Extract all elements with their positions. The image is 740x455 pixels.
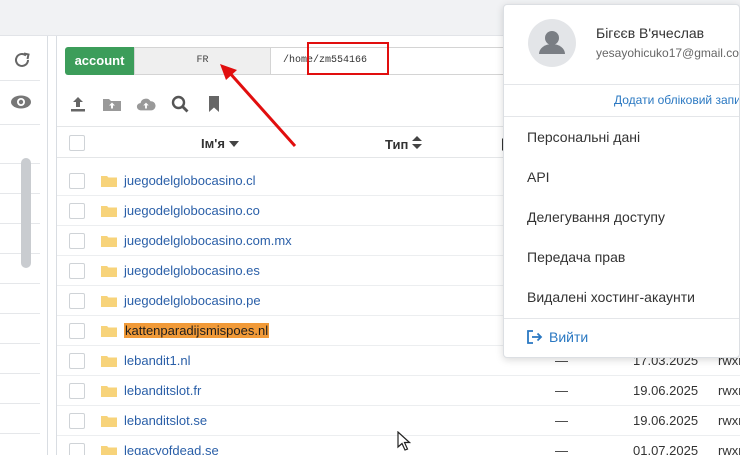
divider bbox=[0, 373, 40, 374]
folder-icon bbox=[101, 266, 117, 277]
row-checkbox[interactable] bbox=[69, 233, 85, 249]
fr-field[interactable]: FR bbox=[134, 47, 271, 75]
scrollbar-thumb[interactable] bbox=[21, 158, 31, 268]
file-name[interactable]: lebanditslot.fr bbox=[124, 383, 201, 398]
annotation-highlight-box bbox=[307, 42, 389, 75]
file-name[interactable]: juegodelglobocasino.com.mx bbox=[124, 233, 292, 248]
row-checkbox[interactable] bbox=[69, 203, 85, 219]
file-name[interactable]: lebanditslot.se bbox=[124, 413, 207, 428]
left-panel bbox=[0, 36, 48, 455]
path-bar: account FR /home/zm554166 bbox=[65, 47, 511, 75]
folder-icon bbox=[101, 206, 117, 217]
folder-icon bbox=[101, 326, 117, 337]
folder-icon bbox=[101, 296, 117, 307]
file-type: — bbox=[555, 443, 568, 455]
file-date: 19.06.2025 bbox=[633, 383, 699, 398]
divider bbox=[504, 116, 739, 117]
row-checkbox[interactable] bbox=[69, 443, 85, 455]
account-button[interactable]: account bbox=[65, 47, 134, 75]
mouse-cursor-icon bbox=[397, 431, 411, 451]
row-checkbox[interactable] bbox=[69, 323, 85, 339]
user-name: Бігєєв В'ячеслав bbox=[596, 25, 705, 41]
file-name[interactable]: juegodelglobocasino.pe bbox=[124, 293, 261, 308]
add-account-link[interactable]: Додати обліковий запис bbox=[614, 93, 739, 107]
file-type: — bbox=[555, 413, 568, 428]
file-permissions: rwxr bbox=[718, 413, 740, 428]
table-row[interactable]: lebanditslot.fr — 19.06.2025 rwxr bbox=[57, 376, 740, 406]
file-permissions: rwxr bbox=[718, 443, 740, 455]
column-header-type[interactable]: Тип bbox=[385, 136, 422, 152]
eye-icon[interactable] bbox=[10, 94, 32, 110]
menu-item-api[interactable]: API bbox=[527, 169, 550, 185]
refresh-icon[interactable] bbox=[12, 50, 32, 70]
bookmark-icon[interactable] bbox=[204, 94, 224, 114]
divider bbox=[0, 80, 40, 81]
file-type: — bbox=[555, 383, 568, 398]
folder-icon bbox=[101, 416, 117, 427]
file-name-highlighted[interactable]: kattenparadijsmispoes.nl bbox=[124, 323, 270, 338]
logout-label: Вийти bbox=[549, 329, 589, 345]
row-checkbox[interactable] bbox=[69, 293, 85, 309]
divider bbox=[0, 193, 40, 194]
sort-desc-icon bbox=[228, 141, 239, 147]
folder-icon bbox=[101, 446, 117, 455]
divider bbox=[0, 253, 40, 254]
menu-item-personal-data[interactable]: Персональні дані bbox=[527, 129, 640, 145]
divider bbox=[0, 163, 40, 164]
logout-icon bbox=[527, 330, 543, 344]
menu-item-transfer-rights[interactable]: Передача прав bbox=[527, 249, 625, 265]
divider bbox=[0, 313, 40, 314]
file-toolbar bbox=[68, 94, 224, 114]
cloud-upload-icon[interactable] bbox=[136, 94, 156, 114]
folder-icon bbox=[101, 236, 117, 247]
menu-item-deleted-hosting-accounts[interactable]: Видалені хостинг-акаунти bbox=[527, 289, 695, 305]
menu-item-access-delegation[interactable]: Делегування доступу bbox=[527, 209, 665, 225]
divider bbox=[0, 403, 40, 404]
file-name[interactable]: juegodelglobocasino.co bbox=[124, 203, 260, 218]
folder-icon bbox=[101, 176, 117, 187]
file-name[interactable]: juegodelglobocasino.cl bbox=[124, 173, 256, 188]
search-icon[interactable] bbox=[170, 94, 190, 114]
user-email: yesayohicuko17@gmail.com bbox=[596, 46, 740, 60]
folder-icon bbox=[101, 386, 117, 397]
folder-upload-icon[interactable] bbox=[102, 94, 122, 114]
divider bbox=[504, 84, 739, 85]
row-checkbox[interactable] bbox=[69, 173, 85, 189]
row-checkbox[interactable] bbox=[69, 383, 85, 399]
column-header-type-label: Тип bbox=[385, 137, 409, 152]
folder-icon bbox=[101, 356, 117, 367]
account-menu: Бігєєв В'ячеслав yesayohicuko17@gmail.co… bbox=[503, 4, 740, 358]
file-name[interactable]: lebandit1.nl bbox=[124, 353, 191, 368]
divider bbox=[0, 343, 40, 344]
upload-icon[interactable] bbox=[68, 94, 88, 114]
divider bbox=[504, 318, 739, 319]
row-checkbox[interactable] bbox=[69, 263, 85, 279]
file-date: 19.06.2025 bbox=[633, 413, 699, 428]
divider bbox=[0, 223, 40, 224]
select-all-checkbox[interactable] bbox=[69, 135, 85, 151]
user-icon bbox=[539, 31, 565, 54]
column-header-name[interactable]: Ім'я bbox=[201, 136, 239, 151]
sort-both-icon bbox=[411, 136, 422, 149]
divider bbox=[0, 283, 40, 284]
row-checkbox[interactable] bbox=[69, 353, 85, 369]
file-permissions: rwxr bbox=[718, 383, 740, 398]
file-date: 01.07.2025 bbox=[633, 443, 699, 455]
row-checkbox[interactable] bbox=[69, 413, 85, 429]
file-name[interactable]: juegodelglobocasino.es bbox=[124, 263, 260, 278]
column-header-name-label: Ім'я bbox=[201, 136, 225, 151]
divider bbox=[0, 433, 40, 434]
divider bbox=[0, 124, 40, 125]
avatar bbox=[528, 19, 576, 67]
logout-button[interactable]: Вийти bbox=[527, 329, 588, 345]
file-name[interactable]: legacyofdead.se bbox=[124, 443, 219, 455]
